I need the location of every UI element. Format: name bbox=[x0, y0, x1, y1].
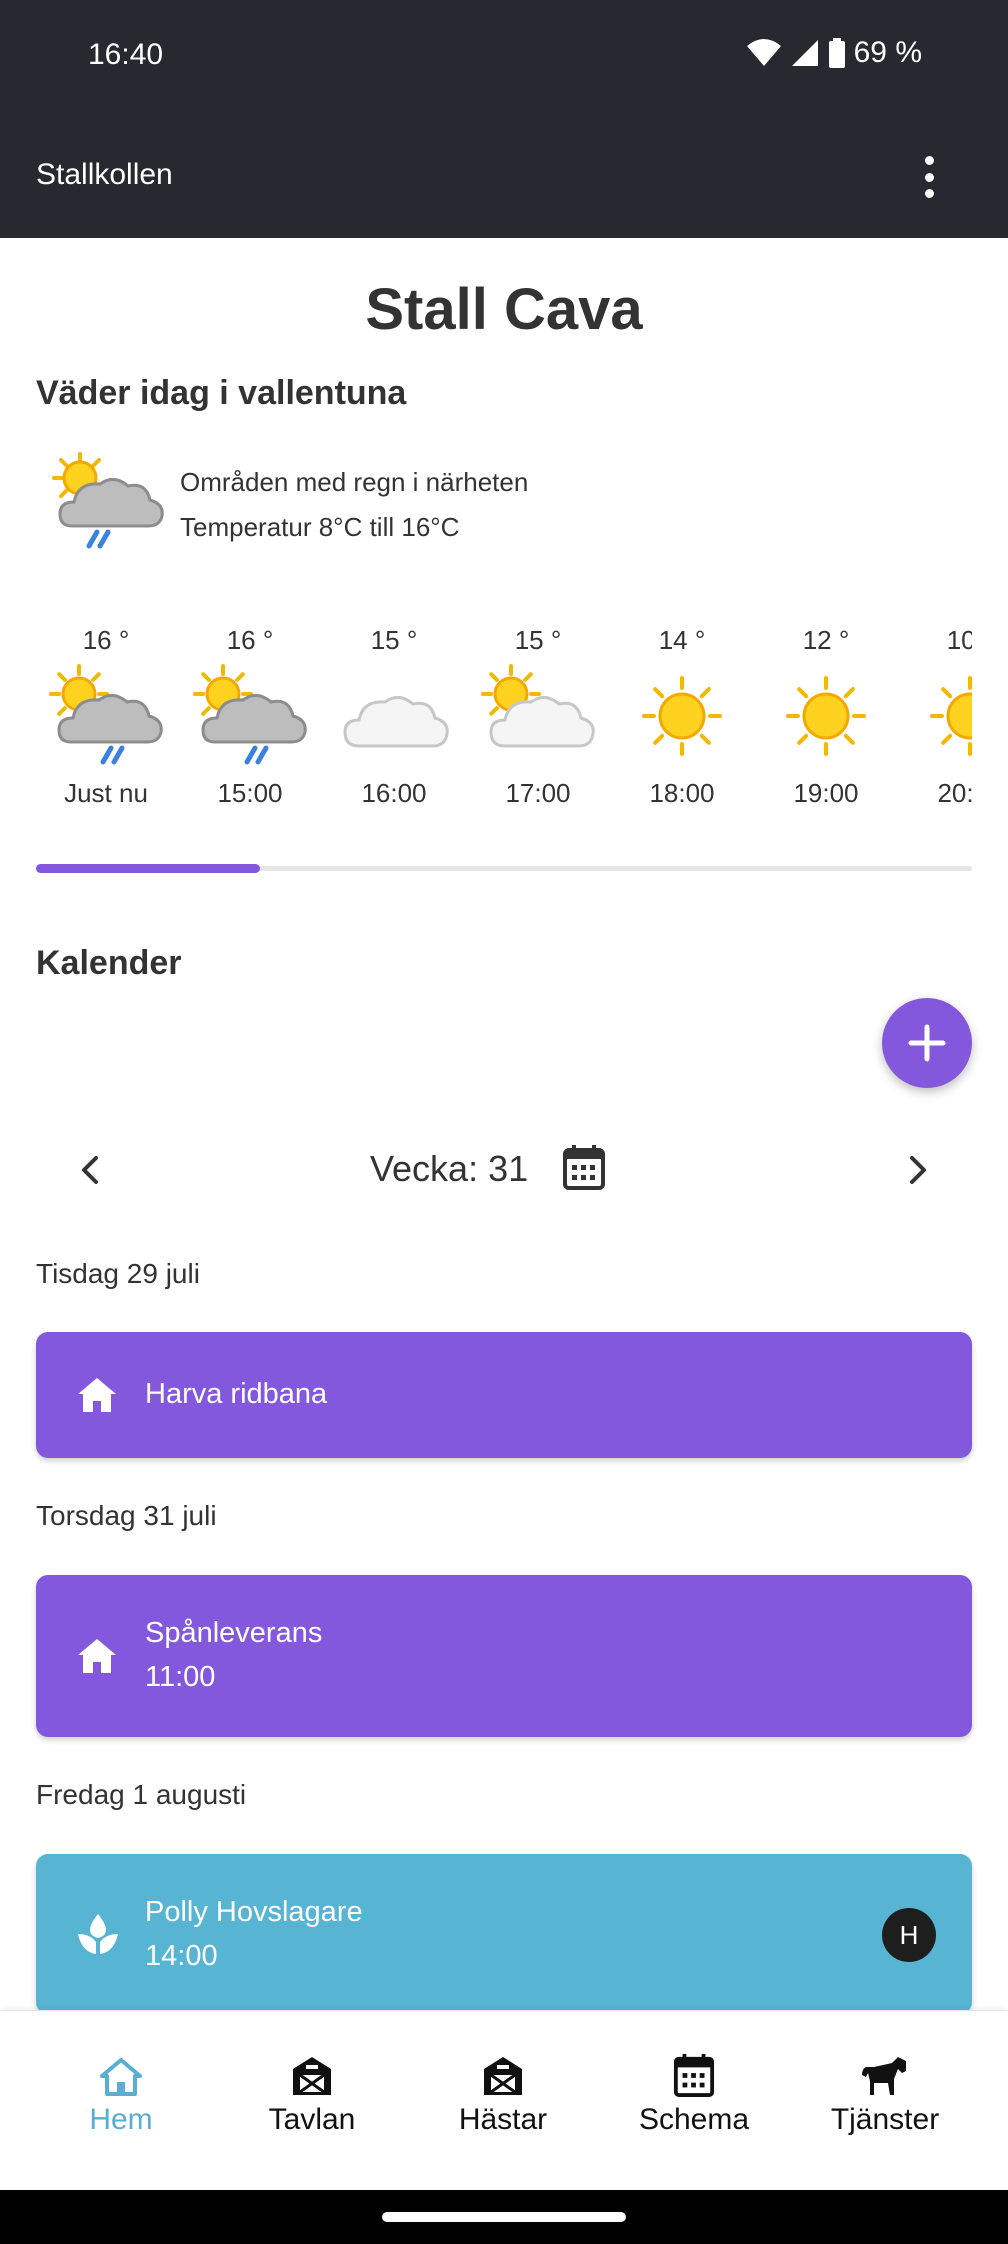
nav-item-tjänster[interactable]: Tjänster bbox=[790, 2051, 980, 2137]
event-card[interactable]: Polly Hovslagare 14:00 H bbox=[36, 1854, 972, 2014]
drop-icon bbox=[78, 1914, 118, 1954]
nav-item-label: Tjänster bbox=[830, 2103, 940, 2136]
hourly-item: 15 ° 16:00 bbox=[324, 620, 464, 809]
hourly-temp: 16 ° bbox=[82, 625, 130, 655]
event-card[interactable]: Harva ridbana bbox=[36, 1332, 972, 1458]
hourly-time: 16:00 bbox=[361, 778, 427, 808]
partly-cloudy-rain-icon bbox=[185, 664, 315, 774]
barn-icon bbox=[217, 2051, 407, 2097]
nav-item-tavlan[interactable]: Tavlan bbox=[217, 2051, 407, 2137]
calendar-icon[interactable] bbox=[562, 1144, 606, 1190]
hourly-item: 16 ° Just nu bbox=[36, 620, 176, 809]
add-event-button[interactable] bbox=[882, 998, 972, 1088]
hourly-temp: 16 ° bbox=[226, 625, 274, 655]
hourly-item: 16 ° 15:00 bbox=[180, 620, 320, 809]
sun-icon bbox=[761, 664, 891, 774]
week-label: Vecka: 31 bbox=[370, 1148, 529, 1189]
horse-icon bbox=[790, 2051, 980, 2097]
hourly-forecast[interactable]: 16 ° Just nu 16 ° 15:00 15 ° 16:00 15 ° 17:00 14… bbox=[36, 620, 972, 870]
nav-item-hem[interactable]: Hem bbox=[26, 2051, 216, 2137]
nav-item-schema[interactable]: Schema bbox=[599, 2051, 789, 2137]
event-title: Harva ridbana bbox=[145, 1378, 328, 1410]
battery-icon bbox=[828, 38, 845, 68]
signal-icon bbox=[791, 40, 818, 66]
weather-summary: Områden med regn i närheten Temperatur 8… bbox=[180, 460, 528, 550]
hourly-item: 15 ° 17:00 bbox=[468, 620, 608, 809]
home-icon bbox=[78, 1639, 116, 1673]
day-label: Fredag 1 augusti bbox=[36, 1779, 247, 1810]
hourly-temp: 12 ° bbox=[802, 625, 850, 655]
chevron-right-icon[interactable] bbox=[904, 1152, 932, 1188]
event-title: Polly Hovslagare bbox=[145, 1896, 363, 1928]
partly-cloudy-rain-icon bbox=[52, 452, 164, 549]
status-time: 16:40 bbox=[88, 38, 164, 71]
event-time: 11:00 bbox=[145, 1661, 216, 1693]
gesture-bar bbox=[0, 2190, 1008, 2244]
hourly-time: 19:00 bbox=[793, 778, 859, 808]
status-bar: 16:40 69 % bbox=[0, 0, 1008, 118]
hourly-item: 10 ° 20:00 bbox=[900, 620, 972, 809]
hourly-item: 14 ° 18:00 bbox=[612, 620, 752, 809]
nav-item-label: Hem bbox=[89, 2103, 153, 2136]
hourly-temp: 10 ° bbox=[946, 625, 972, 655]
hourly-scroll-thumb[interactable] bbox=[36, 864, 260, 873]
week-navigator: Vecka: 31 bbox=[36, 1140, 972, 1200]
weather-summary-line1: Områden med regn i närheten bbox=[180, 467, 529, 497]
chevron-left-icon[interactable] bbox=[76, 1152, 104, 1188]
day-label: Torsdag 31 juli bbox=[36, 1500, 217, 1531]
app-bar: Stallkollen bbox=[0, 118, 1008, 238]
hourly-time: 18:00 bbox=[649, 778, 715, 808]
event-time: 14:00 bbox=[145, 1940, 218, 1972]
weather-heading: Väder idag i vallentuna bbox=[36, 374, 407, 412]
nav-item-label: Hästar bbox=[458, 2103, 548, 2136]
hourly-item: 12 ° 19:00 bbox=[756, 620, 896, 809]
hourly-temp: 15 ° bbox=[514, 625, 562, 655]
hourly-time: Just nu bbox=[64, 778, 148, 808]
weather-summary-line2: Temperatur 8°C till 16°C bbox=[180, 512, 460, 542]
nav-item-label: Schema bbox=[638, 2103, 750, 2136]
home-outline-icon bbox=[26, 2051, 216, 2097]
hourly-time: 20:00 bbox=[937, 778, 972, 808]
avatar[interactable]: H bbox=[882, 1908, 936, 1962]
nav-item-hästar[interactable]: Hästar bbox=[408, 2051, 598, 2137]
hourly-time: 17:00 bbox=[505, 778, 571, 808]
app-title: Stallkollen bbox=[36, 158, 173, 191]
overflow-menu-icon[interactable] bbox=[922, 156, 936, 198]
sun-icon bbox=[905, 664, 972, 774]
hourly-time: 15:00 bbox=[217, 778, 283, 808]
status-system-icons: 69 % bbox=[746, 36, 922, 70]
cloud-icon bbox=[329, 664, 459, 774]
battery-percent: 69 % bbox=[853, 36, 922, 69]
sun-icon bbox=[617, 664, 747, 774]
hourly-temp: 14 ° bbox=[658, 625, 706, 655]
hourly-temp: 15 ° bbox=[370, 625, 418, 655]
home-gesture-pill[interactable] bbox=[382, 2212, 626, 2222]
partly-cloudy-icon bbox=[473, 664, 603, 774]
partly-cloudy-rain-icon bbox=[41, 664, 171, 774]
bottom-navigation: Hem Tavlan Hästar Schema Tjänster bbox=[0, 2010, 1008, 2191]
event-title: Spånleverans bbox=[145, 1617, 323, 1649]
day-label: Tisdag 29 juli bbox=[36, 1258, 200, 1289]
barn-icon bbox=[408, 2051, 598, 2097]
plus-icon bbox=[908, 1024, 946, 1062]
wifi-icon bbox=[746, 39, 781, 66]
event-card[interactable]: Spånleverans 11:00 bbox=[36, 1575, 972, 1737]
calendar-heading: Kalender bbox=[36, 944, 182, 982]
page-title: Stall Cava bbox=[365, 277, 643, 342]
nav-item-label: Tavlan bbox=[268, 2103, 356, 2136]
calendar-icon bbox=[599, 2051, 789, 2097]
home-icon bbox=[78, 1378, 116, 1412]
